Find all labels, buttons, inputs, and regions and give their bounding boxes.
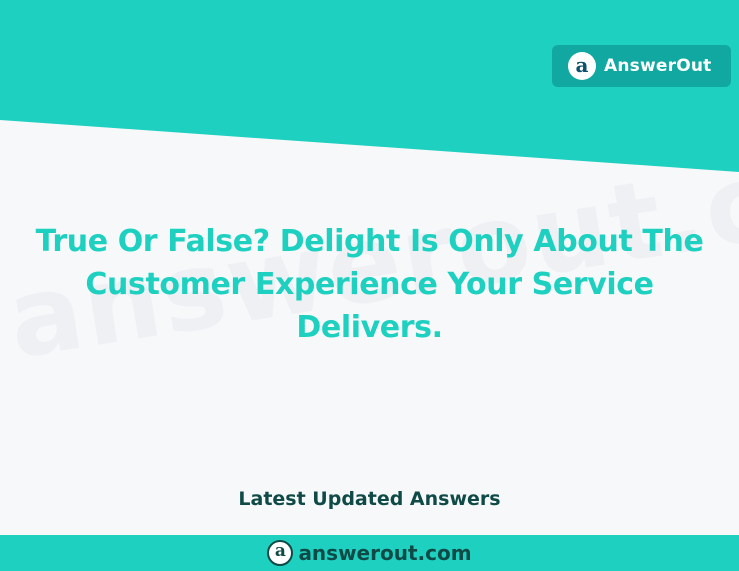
brand-badge[interactable]: a AnswerOut [552, 45, 731, 87]
brand-name: AnswerOut [604, 56, 712, 76]
answerout-logo-icon: a [568, 52, 596, 80]
footer-bar: a answerout.com [0, 535, 739, 571]
footer-domain-link[interactable]: answerout.com [298, 541, 471, 565]
latest-answers-label: Latest Updated Answers [238, 488, 501, 510]
question-title: True Or False? Delight Is Only About The… [35, 224, 704, 345]
footer-logo-icon: a [267, 540, 294, 566]
